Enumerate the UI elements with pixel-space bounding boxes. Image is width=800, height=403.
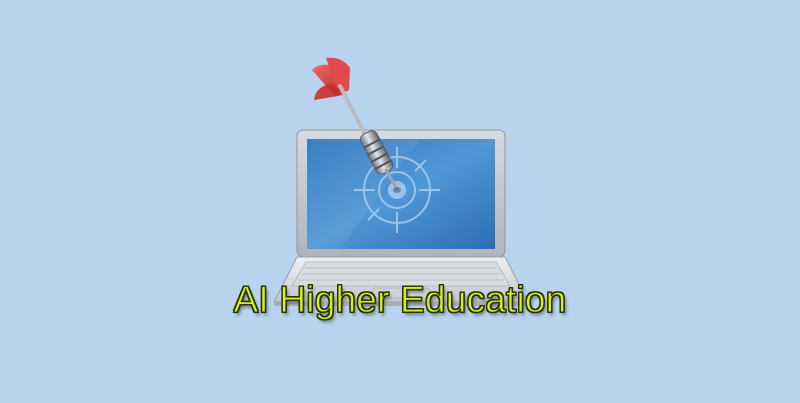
laptop-dart-illustration <box>273 57 529 306</box>
page-title: AI Higher Education <box>233 279 567 321</box>
